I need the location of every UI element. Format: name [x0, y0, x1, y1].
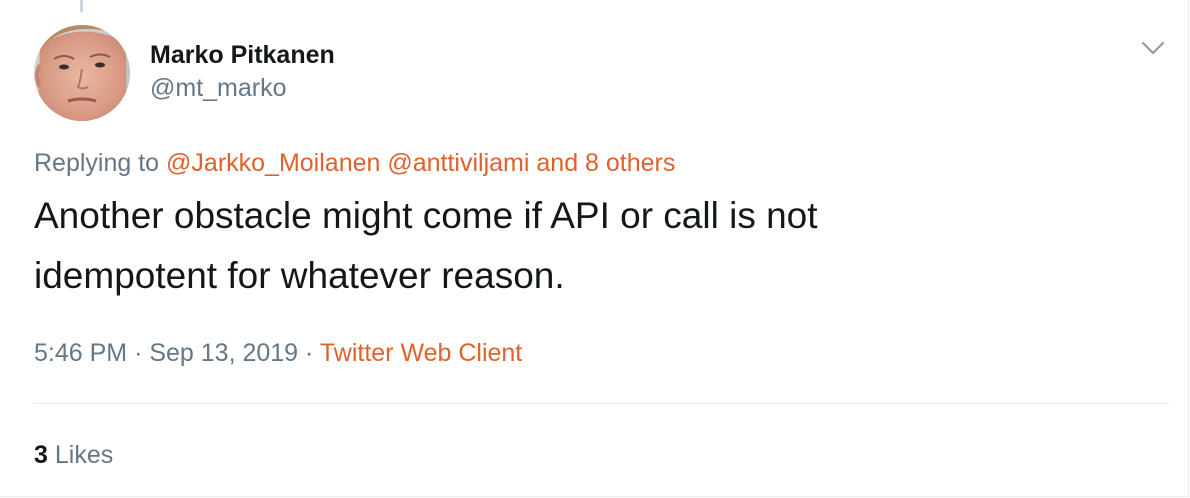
tweet-time[interactable]: 5:46 PM: [34, 339, 127, 367]
meta-separator: ·: [305, 339, 314, 367]
replying-prefix: Replying to: [34, 149, 160, 177]
author-names: Marko Pitkanen @mt_marko: [150, 39, 335, 105]
author-display-name[interactable]: Marko Pitkanen: [150, 39, 335, 71]
mention-link-antti[interactable]: @anttiviljami: [387, 149, 529, 177]
others-link[interactable]: and 8 others: [536, 149, 675, 177]
chevron-down-icon[interactable]: [1141, 38, 1165, 58]
divider: [34, 403, 1169, 404]
tweet-source-link[interactable]: Twitter Web Client: [320, 339, 522, 367]
thread-connector-line: [80, 0, 83, 12]
tweet-text-line: Another obstacle might come if API or ca…: [34, 195, 818, 236]
tweet-header: Marko Pitkanen @mt_marko: [34, 25, 335, 121]
author-handle[interactable]: @mt_marko: [150, 71, 335, 105]
tweet-text-line: idempotent for whatever reason.: [34, 255, 565, 296]
tweet-text: Another obstacle might come if API or ca…: [34, 186, 1154, 306]
avatar-image: [34, 25, 130, 121]
likes-count: 3: [34, 441, 48, 469]
meta-separator: ·: [134, 339, 143, 367]
replying-to: Replying to @Jarkko_Moilanen @anttivilja…: [34, 145, 675, 181]
avatar[interactable]: [34, 25, 130, 121]
mention-link-jarkko[interactable]: @Jarkko_Moilanen: [166, 149, 380, 177]
likes-stat[interactable]: 3 Likes: [34, 436, 113, 474]
tweet-meta: 5:46 PM · Sep 13, 2019 · Twitter Web Cli…: [34, 334, 522, 372]
likes-label: Likes: [54, 441, 114, 469]
tweet-date[interactable]: Sep 13, 2019: [149, 339, 298, 367]
